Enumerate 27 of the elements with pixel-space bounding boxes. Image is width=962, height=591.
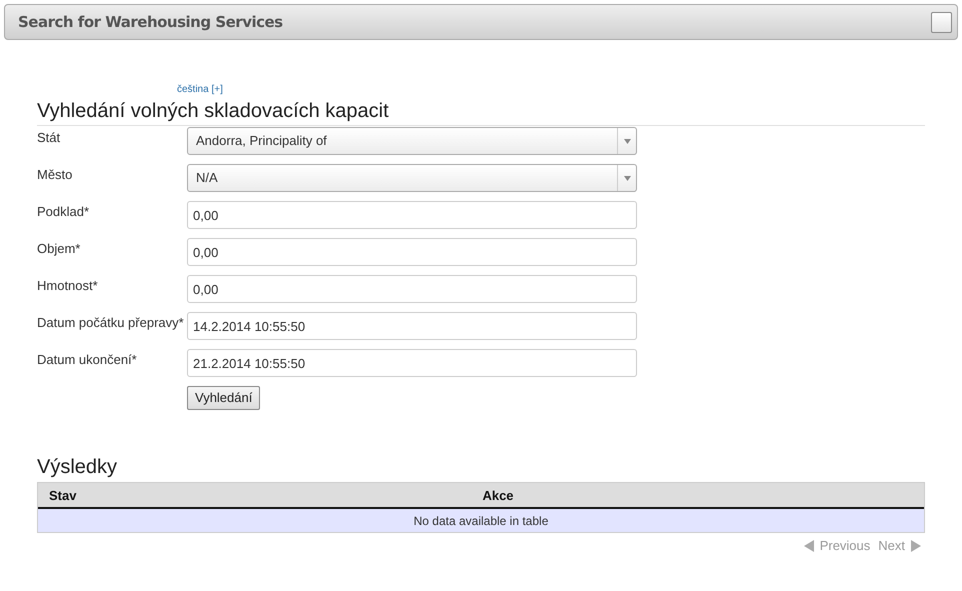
column-header[interactable]: Stav — [38, 486, 158, 505]
caret-icon — [624, 176, 630, 180]
form-heading: Vyhledání volných skladovacích kapacit — [37, 99, 390, 124]
field-label: Stát — [37, 129, 62, 147]
input-field[interactable]: 0,00 — [187, 238, 637, 266]
column-header[interactable]: Akce — [158, 486, 838, 505]
empty-table-message: No data available in table — [414, 512, 548, 530]
window-title: Search for Warehousing Services — [18, 12, 283, 33]
right-triangle-icon — [911, 540, 921, 552]
dropdown[interactable]: Andorra, Principality of — [187, 127, 637, 155]
field-label: Datum počátku přepravy* — [37, 314, 185, 332]
results-heading: Výsledky — [37, 455, 118, 480]
search-button[interactable]: Vyhledání — [187, 386, 260, 410]
input-field[interactable]: 21.2.2014 10:55:50 — [187, 349, 637, 377]
input-field[interactable]: 0,00 — [187, 275, 637, 303]
caret-icon — [624, 138, 630, 144]
field-label: Hmotnost* — [37, 277, 99, 295]
language-link[interactable]: čeština [+] — [177, 84, 223, 95]
checkbox[interactable] — [931, 12, 952, 32]
left-triangle-icon — [804, 540, 814, 552]
field-label: Město — [37, 166, 74, 184]
input-field[interactable]: 14.2.2014 10:55:50 — [187, 312, 637, 340]
field-label: Datum ukončení* — [37, 351, 138, 369]
dropdown[interactable]: N/A — [187, 164, 637, 192]
input-field[interactable]: 0,00 — [187, 201, 637, 229]
field-label: Podklad* — [37, 203, 90, 221]
field-label: Objem* — [37, 240, 82, 258]
